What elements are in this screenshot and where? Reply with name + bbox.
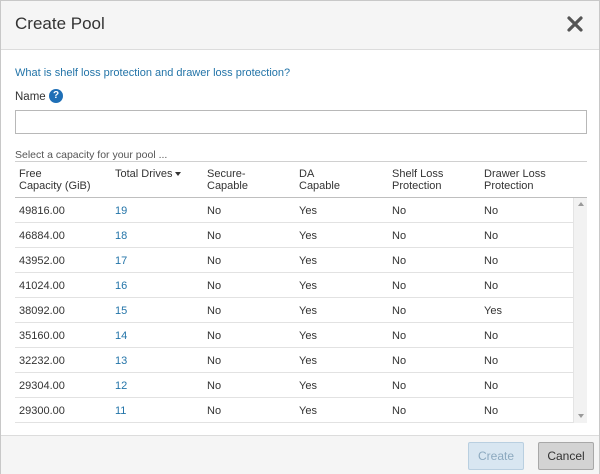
table-row[interactable]: 32232.00 13 No Yes No No	[15, 348, 573, 373]
table-row[interactable]: 43952.00 17 No Yes No No	[15, 248, 573, 273]
header-da-line2: Capable	[299, 180, 340, 192]
header-secure-line1: Secure-	[207, 168, 246, 180]
scroll-down-arrow-icon[interactable]	[578, 414, 584, 418]
cell-secure: No	[207, 355, 222, 367]
dialog-title: Create Pool	[15, 14, 105, 33]
cell-drives-link[interactable]: 15	[115, 305, 127, 317]
cell-drives-link[interactable]: 11	[115, 405, 126, 417]
cell-drives-link[interactable]: 13	[115, 355, 127, 367]
cell-capacity: 46884.00	[19, 230, 65, 242]
cell-secure: No	[207, 255, 222, 267]
cell-secure: No	[207, 280, 222, 292]
cell-da: Yes	[299, 280, 317, 292]
close-icon[interactable]	[566, 15, 584, 33]
capacity-table-header: Free Capacity (GiB) Total Drives Secure-…	[15, 161, 587, 198]
cell-drawer: No	[484, 405, 499, 417]
header-drawer-loss[interactable]: Drawer Loss Protection	[484, 168, 546, 192]
cell-capacity: 29304.00	[19, 380, 65, 392]
dialog-header: Create Pool	[1, 1, 599, 50]
cell-da: Yes	[299, 255, 317, 267]
cell-drawer: No	[484, 380, 499, 392]
header-shelf-line1: Shelf Loss	[392, 168, 444, 180]
cell-drawer: Yes	[484, 305, 502, 317]
name-label: Name	[15, 91, 46, 103]
cell-drawer: No	[484, 280, 499, 292]
cell-drawer: No	[484, 255, 499, 267]
cell-secure: No	[207, 330, 222, 342]
header-free-capacity-line2: Capacity (GiB)	[19, 180, 91, 192]
cell-shelf: No	[392, 205, 407, 217]
table-row[interactable]: 35160.00 14 No Yes No No	[15, 323, 573, 348]
table-row[interactable]: 38092.00 15 No Yes No Yes	[15, 298, 573, 323]
cell-capacity: 38092.00	[19, 305, 65, 317]
cell-da: Yes	[299, 230, 317, 242]
header-secure-capable[interactable]: Secure- Capable	[207, 168, 248, 192]
header-shelf-loss[interactable]: Shelf Loss Protection	[392, 168, 443, 192]
table-row[interactable]: 46884.00 18 No Yes No No	[15, 223, 573, 248]
cell-shelf: No	[392, 230, 407, 242]
cell-shelf: No	[392, 255, 407, 267]
create-button[interactable]: Create	[468, 442, 524, 470]
cell-drawer: No	[484, 330, 499, 342]
cell-shelf: No	[392, 305, 407, 317]
capacity-table-body: 49816.00 19 No Yes No No 46884.00 18 No …	[15, 198, 587, 423]
cell-secure: No	[207, 380, 222, 392]
header-secure-line2: Capable	[207, 180, 248, 192]
cell-drives-link[interactable]: 19	[115, 205, 127, 217]
dialog-footer: Create Cancel	[1, 435, 599, 474]
cell-shelf: No	[392, 405, 407, 417]
cell-da: Yes	[299, 405, 317, 417]
header-total-drives-label: Total Drives	[115, 168, 173, 180]
cell-da: Yes	[299, 205, 317, 217]
cell-drawer: No	[484, 230, 499, 242]
header-drawer-line1: Drawer Loss	[484, 168, 546, 180]
table-row[interactable]: 49816.00 19 No Yes No No	[15, 198, 573, 223]
header-free-capacity[interactable]: Free Capacity (GiB)	[19, 168, 91, 192]
table-row[interactable]: 41024.00 16 No Yes No No	[15, 273, 573, 298]
header-shelf-line2: Protection	[392, 180, 442, 192]
cell-capacity: 32232.00	[19, 355, 65, 367]
cell-capacity: 41024.00	[19, 280, 65, 292]
scroll-up-arrow-icon[interactable]	[578, 202, 584, 206]
cell-secure: No	[207, 205, 222, 217]
header-total-drives[interactable]: Total Drives	[115, 168, 182, 180]
cell-da: Yes	[299, 330, 317, 342]
cell-secure: No	[207, 230, 222, 242]
table-row[interactable]: 29300.00 11 No Yes No No	[15, 398, 573, 423]
cell-shelf: No	[392, 330, 407, 342]
header-free-capacity-line1: Free	[19, 168, 42, 180]
cell-drawer: No	[484, 205, 499, 217]
table-scrollbar[interactable]	[573, 198, 587, 423]
cell-capacity: 29300.00	[19, 405, 65, 417]
cell-shelf: No	[392, 280, 407, 292]
cell-shelf: No	[392, 380, 407, 392]
cell-drives-link[interactable]: 18	[115, 230, 127, 242]
question-circle-icon[interactable]: ?	[49, 89, 63, 103]
cell-drives-link[interactable]: 16	[115, 280, 127, 292]
cell-drives-link[interactable]: 12	[115, 380, 127, 392]
table-row[interactable]: 29304.00 12 No Yes No No	[15, 373, 573, 398]
header-da-line1: DA	[299, 168, 315, 180]
sort-descending-icon	[175, 172, 182, 177]
create-pool-dialog: Create Pool What is shelf loss protectio…	[0, 0, 600, 474]
loss-protection-help-link[interactable]: What is shelf loss protection and drawer…	[15, 67, 290, 79]
cancel-button[interactable]: Cancel	[538, 442, 594, 470]
cell-da: Yes	[299, 355, 317, 367]
cell-capacity: 43952.00	[19, 255, 65, 267]
cell-capacity: 49816.00	[19, 205, 65, 217]
cell-capacity: 35160.00	[19, 330, 65, 342]
cell-secure: No	[207, 405, 222, 417]
cell-shelf: No	[392, 355, 407, 367]
pool-name-input[interactable]	[15, 110, 587, 134]
cell-da: Yes	[299, 380, 317, 392]
cell-da: Yes	[299, 305, 317, 317]
capacity-caption: Select a capacity for your pool ...	[15, 149, 168, 161]
cell-drives-link[interactable]: 17	[115, 255, 127, 267]
cell-drives-link[interactable]: 14	[115, 330, 127, 342]
header-da-capable[interactable]: DA Capable	[299, 168, 340, 192]
cell-drawer: No	[484, 355, 499, 367]
header-drawer-line2: Protection	[484, 180, 534, 192]
cell-secure: No	[207, 305, 222, 317]
